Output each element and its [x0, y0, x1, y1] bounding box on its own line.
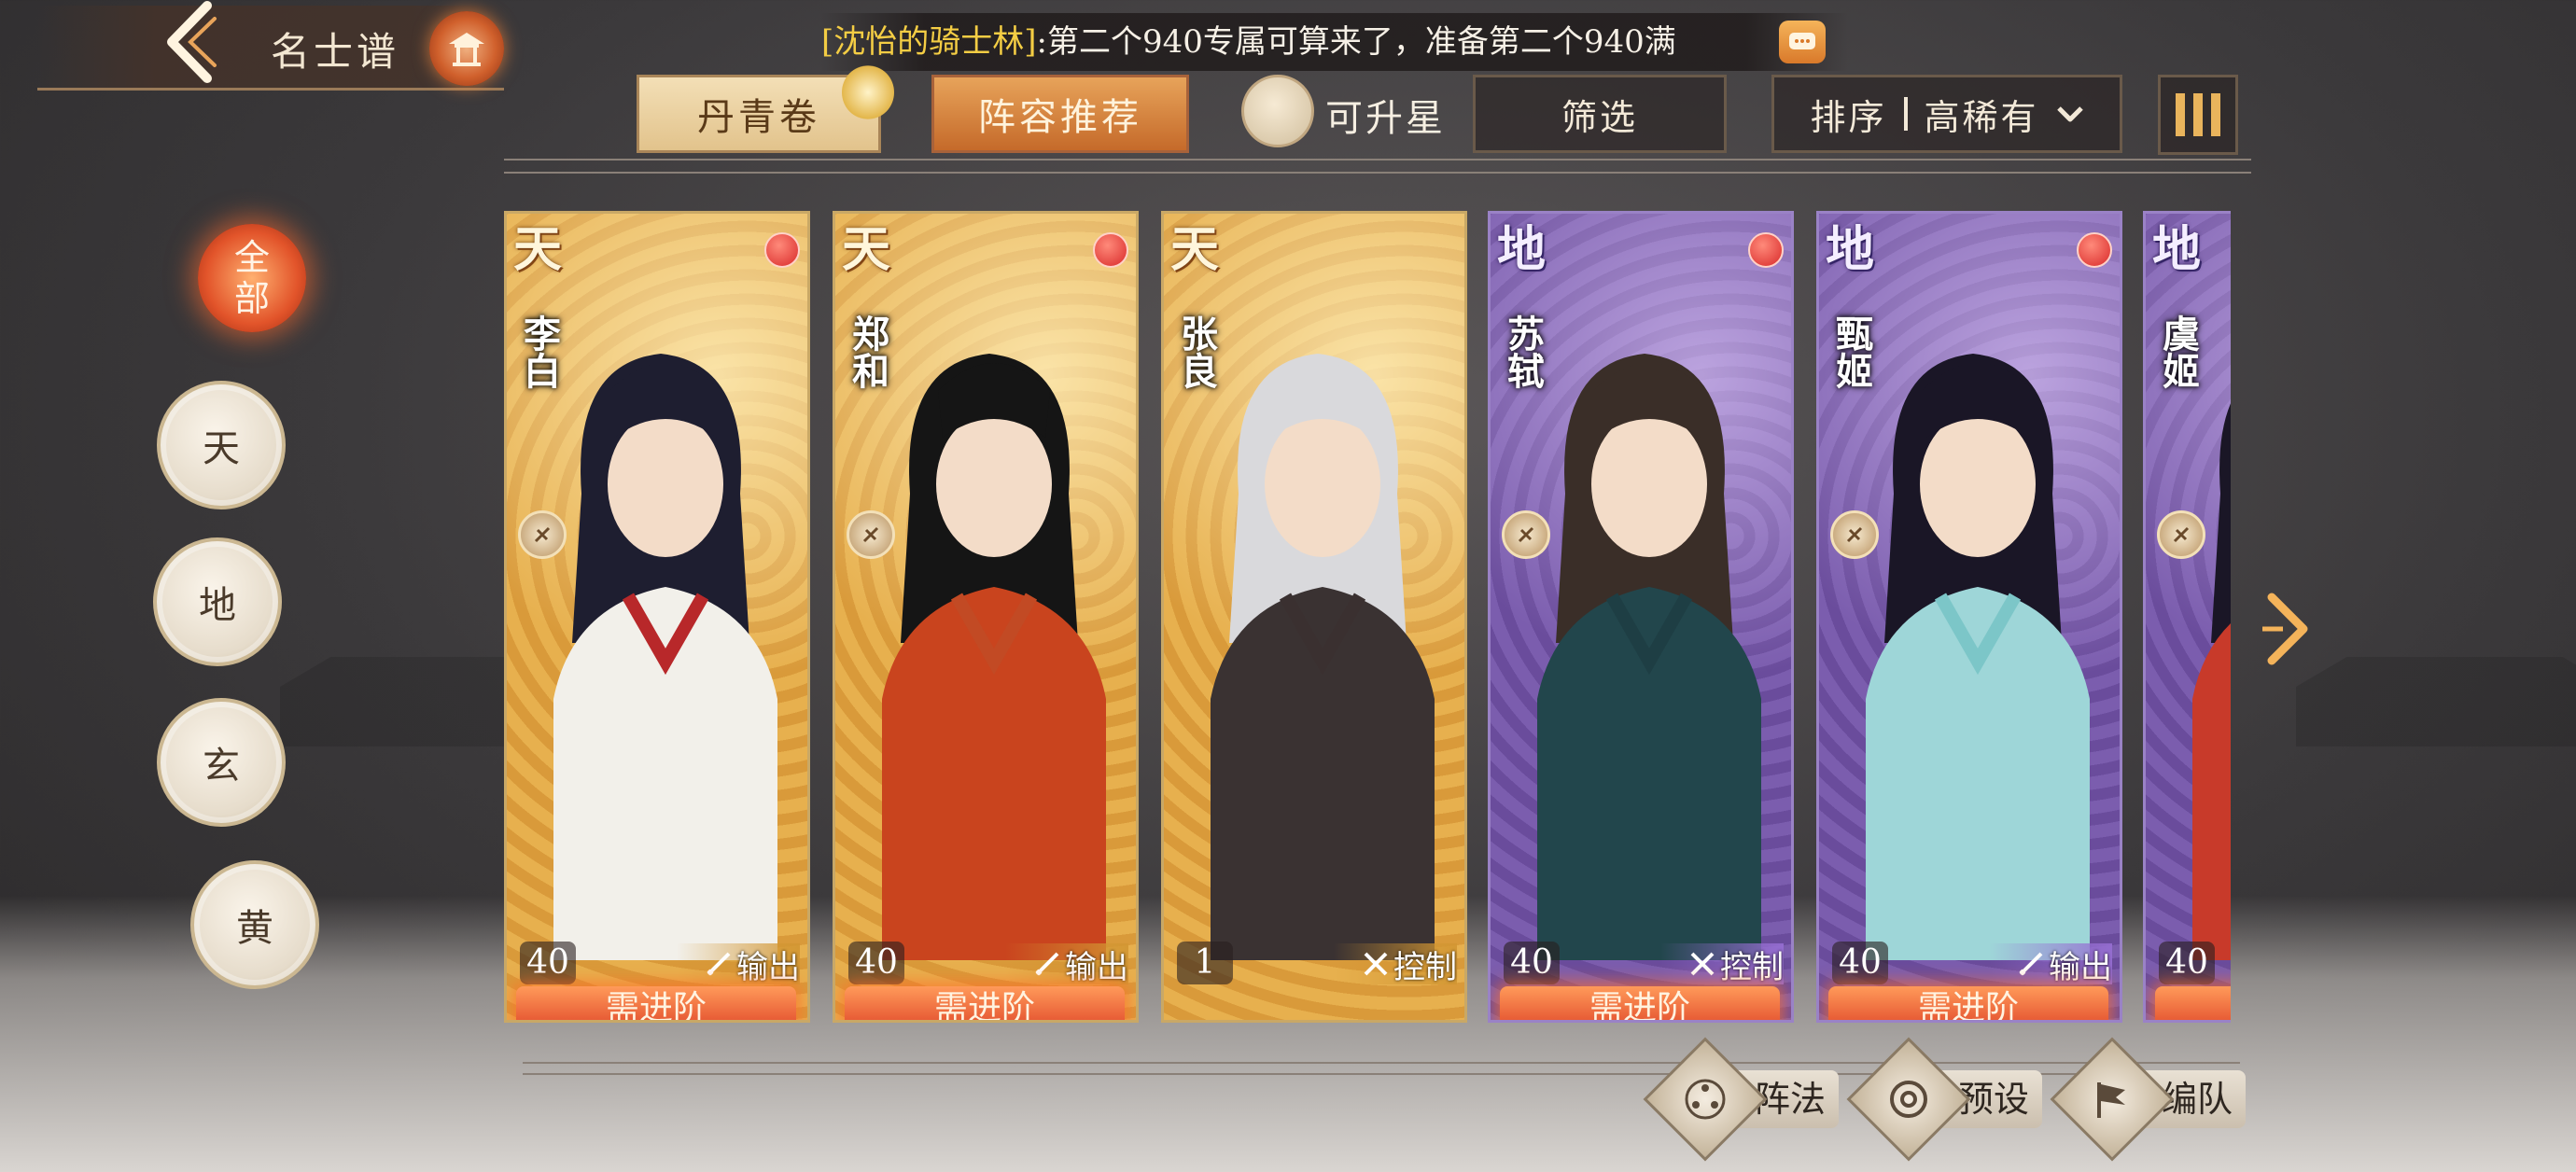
preset-icon-frame [1846, 1037, 1971, 1162]
filter-tian[interactable]: 天 [157, 381, 286, 509]
grade-badge: 天 [1169, 220, 1219, 278]
hero-role: 控制 [1660, 943, 1784, 986]
element-icon [518, 510, 567, 559]
hero-card[interactable]: 天李白 40 输出 需进阶 [504, 211, 810, 1023]
sword-icon [707, 952, 731, 976]
hero-role-label: 输出 [736, 948, 800, 986]
formation-icon-frame [1643, 1037, 1768, 1162]
card-list: 天李白 40 输出 需进阶 天郑和 40 输出 需进阶 天张良 1 控制 地 苏… [504, 0, 2231, 1172]
preset-icon [1890, 1081, 1927, 1118]
filter-di[interactable]: 地 [153, 537, 282, 666]
filter-all-char: 全 [233, 237, 270, 278]
hero-card[interactable]: 天张良 1 控制 [1161, 211, 1467, 1023]
grade-badge: 天 [512, 220, 562, 278]
advance-button[interactable]: 需进阶 [1828, 986, 2108, 1020]
hero-name: 郑和 [846, 314, 889, 389]
formation-icon [1685, 1079, 1726, 1120]
back-arrow-icon [167, 1, 217, 83]
sword-icon [2019, 952, 2043, 976]
hero-level: 40 [1832, 942, 1888, 984]
hero-role-label: 控制 [1720, 948, 1784, 986]
grade-badge: 天 [841, 220, 890, 278]
hero-name: 张良 [1174, 314, 1218, 389]
hero-level: 40 [2159, 942, 2215, 984]
hero-card[interactable]: 地虞姬 40需进阶 [2143, 211, 2231, 1023]
element-icon [2157, 510, 2205, 559]
next-page-button[interactable] [2262, 590, 2315, 668]
hero-level: 1 [1177, 942, 1233, 984]
formation-button[interactable]: 阵法 [1643, 1037, 1840, 1162]
hero-role-label: 控制 [1393, 948, 1457, 986]
notification-dot [2077, 232, 2112, 268]
pavilion-icon [449, 33, 484, 66]
grade-badge: 地 [2151, 220, 2201, 278]
cross-swords-icon [1690, 952, 1715, 976]
notification-dot [764, 232, 800, 268]
hero-card[interactable]: 地苏轼 40 控制 需进阶 [1488, 211, 1794, 1023]
seal-emblem [429, 11, 504, 86]
advance-button[interactable]: 需进阶 [516, 986, 796, 1020]
element-icon [847, 510, 895, 559]
hero-role-label: 输出 [1065, 948, 1128, 986]
team-icon-frame [2050, 1037, 2175, 1162]
hero-name: 虞姬 [2156, 314, 2200, 389]
filter-all[interactable]: 全 部 [198, 224, 306, 332]
hero-name: 苏轼 [1501, 314, 1545, 389]
grade-badge: 地 [1496, 220, 1546, 278]
preset-button[interactable]: 预设 [1846, 1037, 2043, 1162]
advance-button[interactable]: 需进阶 [2155, 986, 2231, 1020]
element-icon [1502, 510, 1550, 559]
element-icon [1830, 510, 1879, 559]
advance-button[interactable]: 需进阶 [845, 986, 1125, 1020]
hero-card[interactable]: 天郑和 40 输出 需进阶 [833, 211, 1139, 1023]
hero-level: 40 [520, 942, 576, 984]
filter-xuan[interactable]: 玄 [157, 698, 286, 827]
chevron-right-icon [2262, 593, 2308, 665]
hero-role: 控制 [1334, 943, 1457, 986]
grade-badge: 地 [1825, 220, 1874, 278]
filter-huang[interactable]: 黄 [190, 860, 319, 989]
cross-swords-icon [1364, 952, 1388, 976]
notification-dot [1093, 232, 1128, 268]
hero-role: 输出 [1989, 943, 2112, 986]
notification-dot [1748, 232, 1784, 268]
back-button[interactable] [159, 0, 224, 84]
hero-role: 输出 [1005, 943, 1128, 986]
hero-name: 李白 [517, 314, 561, 389]
hero-role-label: 输出 [2049, 948, 2112, 986]
hero-role: 输出 [677, 943, 800, 986]
hero-card[interactable]: 地甄姬 40 输出 需进阶 [1816, 211, 2122, 1023]
hero-level: 40 [1504, 942, 1560, 984]
advance-button[interactable]: 需进阶 [1500, 986, 1780, 1020]
sword-icon [1035, 952, 1059, 976]
hero-level: 40 [848, 942, 904, 984]
filter-all-char: 部 [233, 278, 270, 319]
team-button[interactable]: 编队 [2050, 1037, 2247, 1162]
flag-icon [2097, 1082, 2125, 1118]
pagoda-silhouette [2296, 612, 2576, 746]
page-title: 名士谱 [271, 29, 400, 75]
hero-name: 甄姬 [1829, 314, 1873, 389]
